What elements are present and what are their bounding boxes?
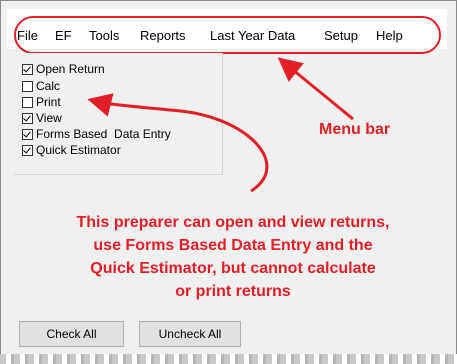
print-arrow-icon	[87, 93, 269, 193]
annotation-arrows	[87, 57, 354, 193]
menu-arrow-icon	[277, 57, 354, 121]
dialog-window: File EF Tools Reports Last Year Data Set…	[0, 0, 457, 355]
torn-edge	[0, 354, 457, 364]
